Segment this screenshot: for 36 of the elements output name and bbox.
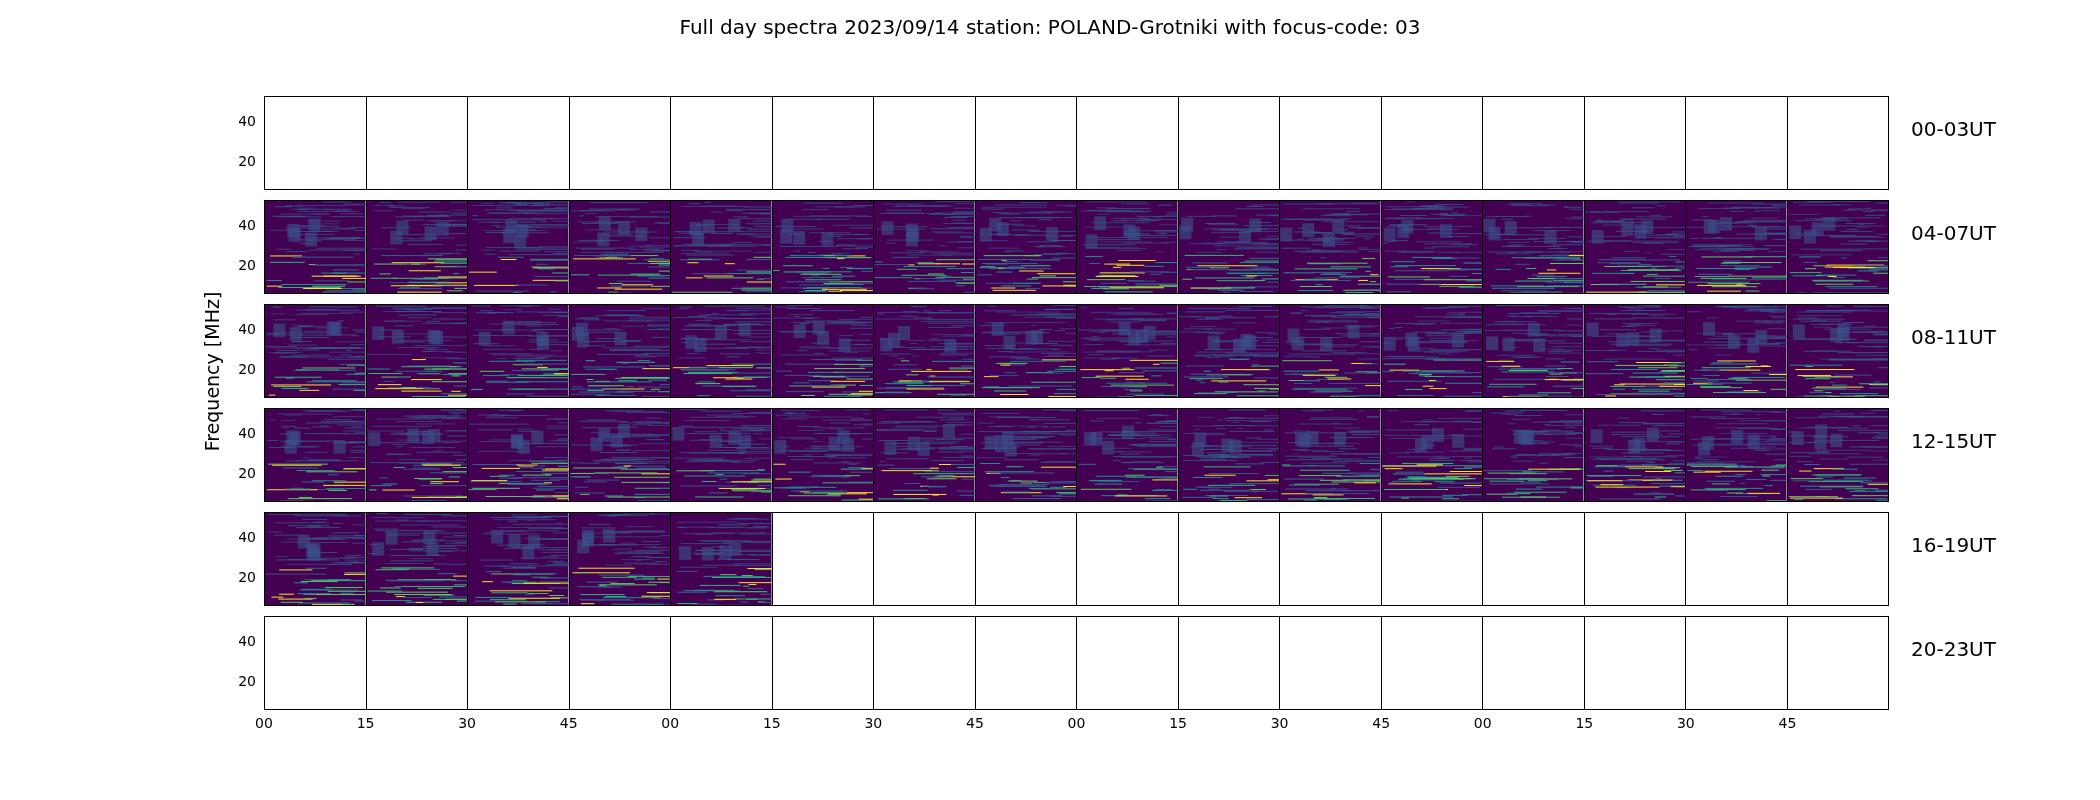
row-label: 04-07UT [1911,220,1996,247]
axis-tick-label: 20 [238,674,256,688]
axis-tick-label: 30 [864,714,883,733]
axis-tick-label: 20 [238,362,256,376]
axis-label: Frequency [MHz] [203,291,223,451]
axis-tick-label: 00 [1473,714,1492,733]
row-label: 12-15UT [1911,428,1996,455]
axis-tick-label: 00 [661,714,680,733]
axis-tick-label: 00 [255,714,273,733]
axis-tick-label: 15 [762,714,781,733]
row-label: 16-19UT [1911,532,1996,559]
axis-tick-label: 40 [238,426,256,440]
axis-tick-label: 45 [559,714,578,733]
axis-tick-label: 20 [238,466,256,480]
axis-tick-label: 30 [1676,714,1695,733]
row-label: 20-23UT [1911,636,1996,663]
axis-tick-label: 15 [1169,714,1187,733]
axis-tick-label: 40 [238,218,256,232]
axis-tick-label: 00 [1067,714,1086,733]
axis-tick-label: 40 [238,114,256,128]
row-label: 00-03UT [1911,116,1996,143]
axis-tick-label: 20 [238,258,256,272]
row-label: 08-11UT [1911,324,1996,351]
axis-tick-label: 40 [238,634,256,648]
axis-tick-label: 20 [238,154,256,168]
axis-tick-label: 45 [966,714,984,733]
axis-tick-label: 30 [1270,714,1289,733]
axis-tick-label: 15 [1575,714,1594,733]
axis-tick-label: 45 [1778,714,1797,733]
axis-tick-label: 15 [356,714,375,733]
axis-tick-label: 40 [238,322,256,336]
axis-tick-label: 45 [1372,714,1391,733]
axis-tick-label: 30 [458,714,477,733]
chart-title: Full day spectra 2023/09/14 station: POLAND-Grotniki with focus-code: 03 [679,14,1421,41]
axis-tick-label: 20 [238,570,256,584]
axis-tick-label: 40 [238,530,256,544]
